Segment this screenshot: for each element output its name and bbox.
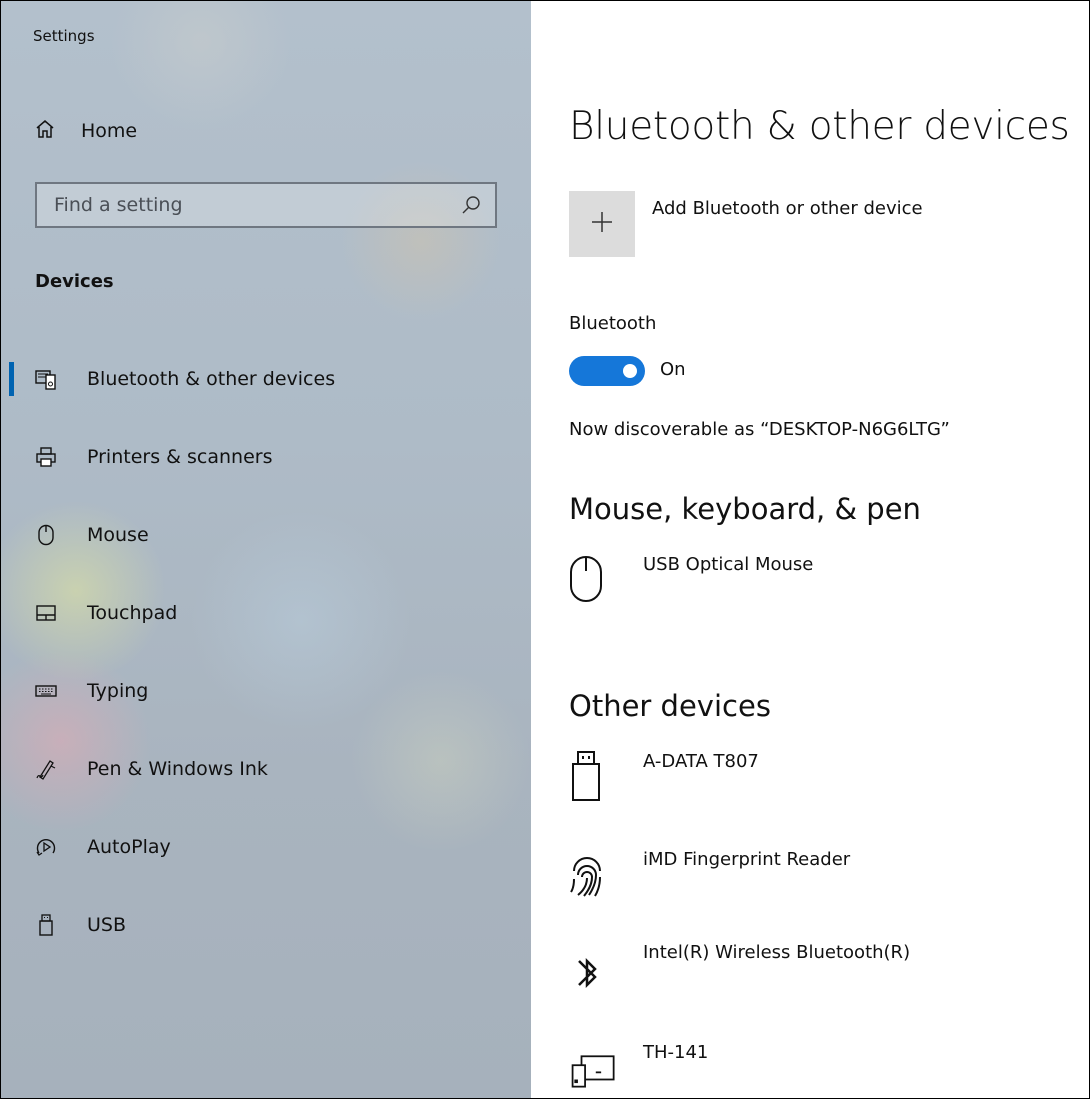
device-item[interactable]: iMD Fingerprint Reader <box>569 849 850 899</box>
sidebar-item-autoplay[interactable]: AutoPlay <box>1 808 531 886</box>
device-name: iMD Fingerprint Reader <box>643 849 851 870</box>
home-link[interactable]: Home <box>35 111 137 151</box>
sidebar-item-touchpad[interactable]: Touchpad <box>1 574 531 652</box>
sidebar-item-label: Pen & Windows Ink <box>87 758 268 780</box>
autoplay-icon <box>35 836 57 858</box>
sidebar-nav: Bluetooth & other devices Printers & sca… <box>1 340 531 964</box>
keyboard-icon <box>35 680 57 702</box>
device-item[interactable]: Intel(R) Wireless Bluetooth(R) <box>569 942 910 992</box>
settings-window: Settings Home Find a setting Devices Blu… <box>0 0 1090 1099</box>
page-title: Bluetooth & other devices <box>569 104 1070 149</box>
mouse-icon <box>35 524 57 546</box>
bluetooth-label: Bluetooth <box>569 313 657 334</box>
app-title: Settings <box>33 27 95 45</box>
section-heading-devices: Devices <box>35 271 114 292</box>
search-icon <box>461 195 481 215</box>
sidebar-item-label: USB <box>87 914 127 936</box>
printer-icon <box>35 446 57 468</box>
sidebar-item-label: Mouse <box>87 524 149 546</box>
device-name: TH-141 <box>643 1042 709 1063</box>
sidebar-item-mouse[interactable]: Mouse <box>1 496 531 574</box>
touchpad-icon <box>35 602 57 624</box>
plus-icon <box>590 210 614 238</box>
add-device-button[interactable] <box>569 191 635 257</box>
mouse-icon <box>569 554 619 604</box>
fingerprint-icon <box>569 849 619 899</box>
active-indicator <box>9 362 14 396</box>
home-label: Home <box>81 120 138 142</box>
toggle-knob <box>623 364 637 378</box>
bluetooth-devices-icon <box>35 368 57 390</box>
add-device-label[interactable]: Add Bluetooth or other device <box>652 198 923 219</box>
bluetooth-icon <box>569 942 619 992</box>
search-placeholder: Find a setting <box>54 194 183 216</box>
sidebar-item-label: AutoPlay <box>87 836 171 858</box>
bluetooth-toggle[interactable] <box>569 356 645 386</box>
device-name: Intel(R) Wireless Bluetooth(R) <box>643 942 911 963</box>
sidebar: Settings Home Find a setting Devices Blu… <box>1 1 531 1098</box>
sidebar-item-bluetooth[interactable]: Bluetooth & other devices <box>1 340 531 418</box>
device-item[interactable]: A-DATA T807 <box>569 751 759 801</box>
devices-icon <box>569 1042 619 1092</box>
device-item[interactable]: TH-141 <box>569 1042 708 1092</box>
device-name: A-DATA T807 <box>643 751 759 772</box>
section-heading-mouse-keyboard-pen: Mouse, keyboard, & pen <box>569 492 921 526</box>
bluetooth-state: On <box>660 359 686 380</box>
discoverable-text: Now discoverable as “DESKTOP-N6G6LTG” <box>569 419 950 440</box>
sidebar-item-typing[interactable]: Typing <box>1 652 531 730</box>
sidebar-item-printers[interactable]: Printers & scanners <box>1 418 531 496</box>
sidebar-item-pen[interactable]: Pen & Windows Ink <box>1 730 531 808</box>
usb-drive-icon <box>569 751 619 801</box>
sidebar-item-label: Printers & scanners <box>87 446 273 468</box>
device-item[interactable]: USB Optical Mouse <box>569 554 813 604</box>
device-name: USB Optical Mouse <box>643 554 814 575</box>
sidebar-item-label: Touchpad <box>87 602 178 624</box>
sidebar-item-usb[interactable]: USB <box>1 886 531 964</box>
main-content: Bluetooth & other devices Add Bluetooth … <box>532 1 1089 1098</box>
home-icon <box>35 119 55 143</box>
usb-icon <box>35 914 57 936</box>
sidebar-item-label: Bluetooth & other devices <box>87 368 336 390</box>
section-heading-other-devices: Other devices <box>569 689 771 723</box>
pen-icon <box>35 758 57 780</box>
search-input[interactable]: Find a setting <box>35 182 497 228</box>
sidebar-item-label: Typing <box>87 680 149 702</box>
